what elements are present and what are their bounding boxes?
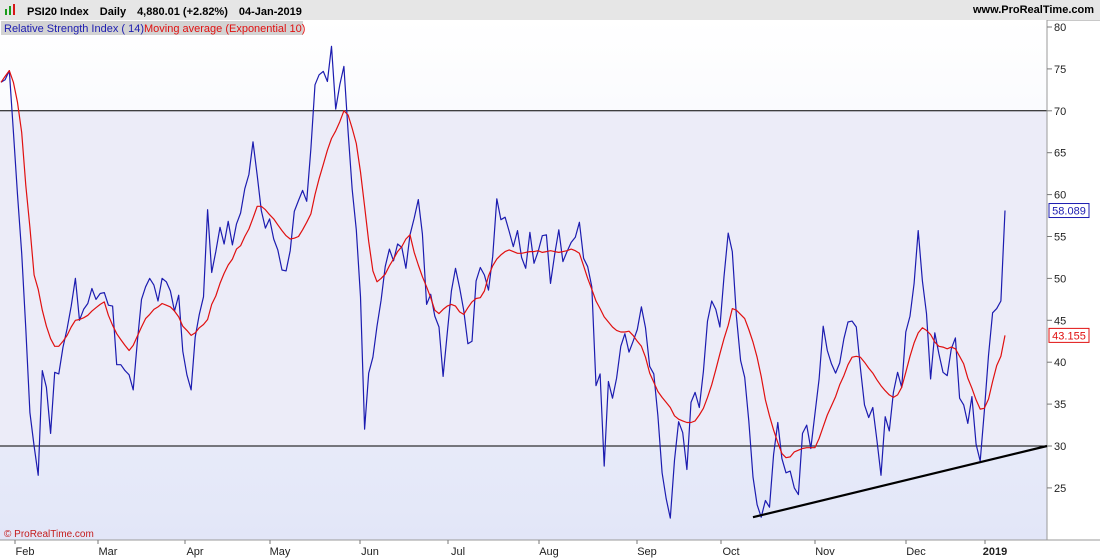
price-change: 4,880.01 (+2.82%) [137,6,228,18]
y-tick-label: 45 [1054,315,1066,327]
y-tick-label: 25 [1054,483,1066,495]
bar-chart-icon [4,4,16,19]
y-tick-label: 60 [1054,190,1066,202]
x-tick-label: May [270,546,291,558]
x-tick-label: Mar [99,546,118,558]
legend-rsi: Relative Strength Index ( 14) [4,23,144,35]
y-tick-label: 75 [1054,64,1066,76]
y-tick-label: 35 [1054,399,1066,411]
y-tick-label: 50 [1054,273,1066,285]
y-tick-label: 65 [1054,148,1066,160]
rsi-line-value: 58.089 [1052,206,1086,218]
x-tick-label: Jul [451,546,465,558]
y-tick-label: 40 [1054,357,1066,369]
ema-line-value: 43.155 [1052,330,1086,342]
instrument-info: PSI20 Index Daily 4,880.01 (+2.82%) 04-Jan-… [4,4,313,19]
chart-period: Daily [99,6,127,18]
y-tick-label: 70 [1054,106,1066,118]
x-tick-label: Aug [539,546,559,558]
x-tick-label: Sep [637,546,657,558]
instrument-name: PSI20 Index [27,6,89,18]
y-tick-label: 80 [1054,22,1066,34]
legend: Relative Strength Index ( 14) Moving ave… [1,21,305,35]
site-link[interactable]: www.ProRealTime.com [973,4,1094,16]
chart-header-bar: PSI20 Index Daily 4,880.01 (+2.82%) 04-Jan-… [0,0,1100,21]
x-tick-label: 2019 [983,546,1007,558]
x-tick-label: Feb [16,546,35,558]
legend-ema: Moving average (Exponential 10) [144,23,305,35]
x-tick-label: Jun [361,546,379,558]
y-tick-label: 30 [1054,441,1066,453]
chart-date: 04-Jan-2019 [238,6,302,18]
x-tick-label: Oct [722,546,739,558]
watermark-text: © ProRealTime.com [4,529,94,540]
rsi-chart[interactable]: 25 30 35 40 45 50 55 60 65 70 75 80 Feb Mar Apr May Jun… [0,20,1100,560]
x-tick-label: Dec [906,546,926,558]
x-tick-label: Nov [815,546,835,558]
x-tick-label: Apr [186,546,203,558]
y-tick-label: 55 [1054,232,1066,244]
watermark: © ProRealTime.com [4,529,94,540]
